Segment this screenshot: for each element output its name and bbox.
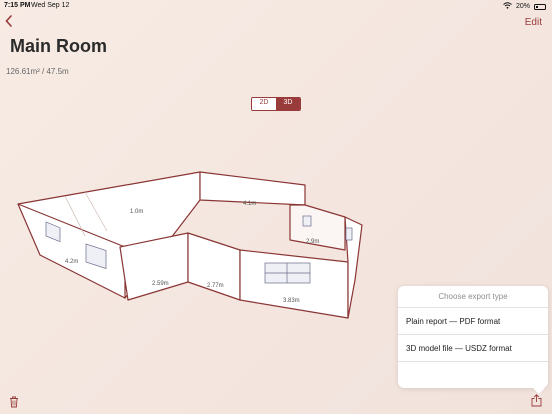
- trash-icon: [10, 396, 18, 408]
- wall-label-1: 1.0m: [130, 209, 143, 215]
- share-icon: [531, 394, 542, 407]
- wall-front-c: [239, 249, 349, 319]
- wall-label-4: 3.83m: [283, 298, 300, 304]
- wall-label-3: 2.77m: [207, 283, 224, 289]
- export-title: Choose export type: [398, 286, 548, 308]
- share-button[interactable]: [531, 394, 542, 412]
- delete-button[interactable]: [9, 395, 19, 413]
- export-pdf-option[interactable]: Plain report — PDF format: [398, 308, 548, 335]
- wall-label-7: 4.2m: [65, 259, 78, 265]
- export-usdz-option[interactable]: 3D model file — USDZ format: [398, 335, 548, 362]
- export-popover: Choose export type Plain report — PDF fo…: [398, 286, 548, 394]
- wall-label-2: 2.59m: [152, 281, 169, 287]
- wall-label-5: 4.1m: [243, 201, 256, 207]
- wall-label-6: 2.9m: [306, 239, 319, 245]
- wall-front-b: [187, 232, 241, 301]
- bottom-toolbar: [0, 390, 552, 414]
